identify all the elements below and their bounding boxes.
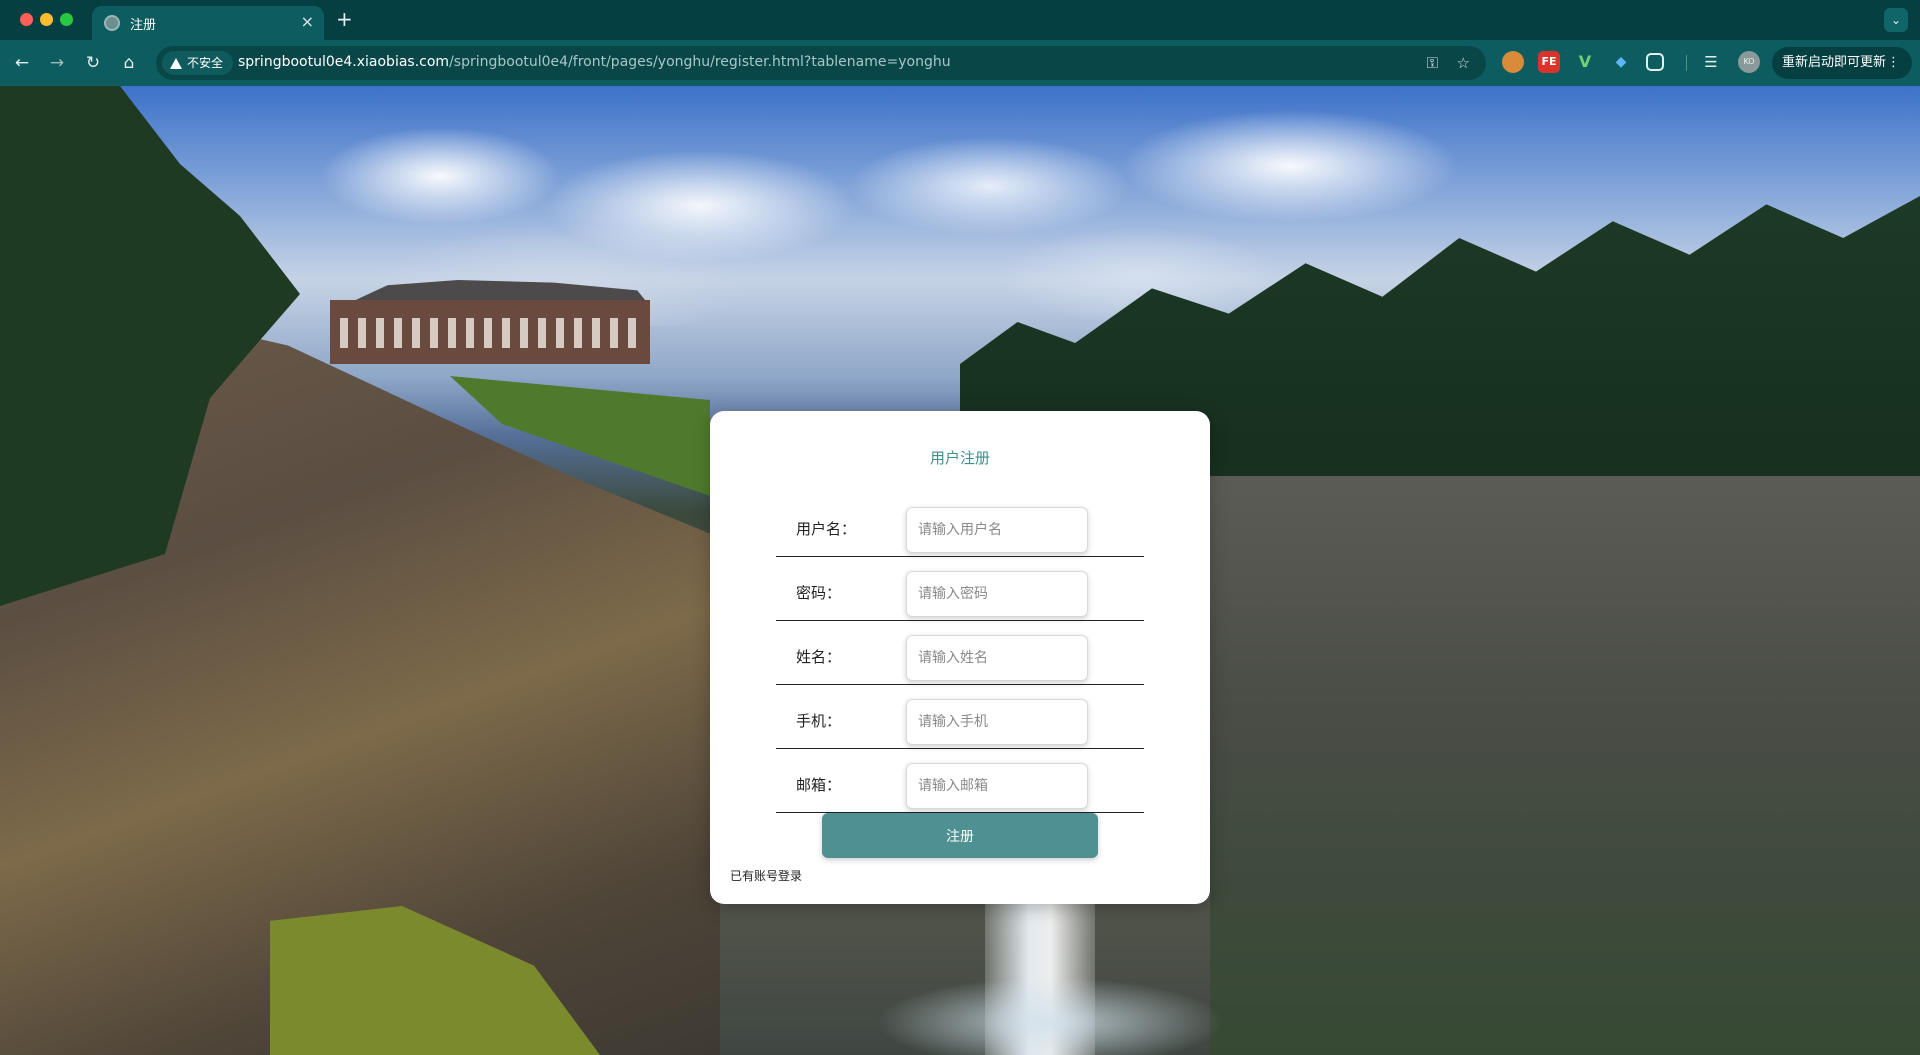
phone-input[interactable] [906, 699, 1088, 745]
extension-v-icon[interactable]: V [1574, 51, 1596, 73]
home-icon[interactable]: ⌂ [116, 50, 142, 76]
close-tab-icon[interactable]: × [301, 12, 314, 32]
page-viewport: 用户注册 用户名： 密码： 姓名： 手机： 邮箱： 注册 已有账号登录 [0, 86, 1920, 1055]
minimize-window-button[interactable] [40, 13, 53, 26]
security-label: 不安全 [187, 56, 224, 70]
url-text[interactable]: springbootul0e4.xiaobias.com/springbootu… [238, 54, 951, 70]
password-input[interactable] [906, 571, 1088, 617]
new-tab-button[interactable]: + [336, 7, 353, 31]
name-input[interactable] [906, 635, 1088, 681]
register-button[interactable]: 注册 [822, 813, 1098, 858]
username-row: 用户名： [776, 493, 1144, 557]
security-chip[interactable]: 不安全 [162, 51, 234, 75]
update-button[interactable]: 重新启动即可更新 ⋮ [1772, 47, 1912, 79]
address-bar[interactable]: 不安全 springbootul0e4.xiaobias.com/springb… [156, 46, 1486, 80]
profile-avatar[interactable]: KO [1738, 51, 1760, 73]
email-row: 邮箱： [776, 749, 1144, 813]
name-label: 姓名： [796, 648, 842, 666]
email-label: 邮箱： [796, 776, 842, 794]
tab-search-button[interactable]: ⌄ [1884, 8, 1908, 32]
password-row: 密码： [776, 557, 1144, 621]
lodge [330, 270, 650, 370]
update-label: 重新启动即可更新 [1782, 55, 1887, 70]
tab-register[interactable]: 注册 × [92, 6, 324, 40]
username-label: 用户名： [796, 520, 857, 538]
close-window-button[interactable] [20, 13, 33, 26]
phone-row: 手机： [776, 685, 1144, 749]
username-input[interactable] [906, 507, 1088, 553]
phone-label: 手机： [796, 712, 842, 730]
maximize-window-button[interactable] [60, 13, 73, 26]
toolbar-divider [1686, 55, 1687, 71]
warning-icon [170, 57, 182, 69]
url-host: springbootul0e4.xiaobias.com [238, 54, 450, 70]
reload-icon[interactable]: ↻ [80, 50, 106, 76]
lodge-windows [340, 318, 640, 348]
more-vertical-icon: ⋮ [1887, 55, 1900, 70]
cliff-right [1210, 476, 1920, 1055]
password-label: 密码： [796, 584, 842, 602]
mist [820, 946, 1280, 1055]
page-title: 用户注册 [929, 449, 990, 467]
login-link[interactable]: 已有账号登录 [730, 867, 802, 884]
tab-title: 注册 [130, 18, 157, 33]
name-row: 姓名： [776, 621, 1144, 685]
tab-strip: 注册 × + ⌄ [0, 0, 1920, 40]
bookmark-star-icon[interactable]: ☆ [1457, 53, 1470, 73]
reading-list-icon[interactable]: ☰ [1700, 51, 1722, 73]
back-arrow-icon[interactable]: ← [9, 50, 35, 76]
extension-diamond-icon[interactable]: ◆ [1610, 51, 1632, 73]
browser-toolbar: ← → ↻ ⌂ 不安全 springbootul0e4.xiaobias.com… [0, 40, 1920, 86]
extension-owl-icon[interactable] [1502, 51, 1524, 73]
register-card: 用户注册 用户名： 密码： 姓名： 手机： 邮箱： 注册 已有账号登录 [710, 411, 1210, 904]
forward-arrow-icon[interactable]: → [44, 50, 70, 76]
key-icon[interactable]: ⚿ [1427, 53, 1438, 73]
url-path: /springbootul0e4/front/pages/yonghu/regi… [449, 54, 951, 70]
extensions-puzzle-icon[interactable] [1646, 53, 1664, 71]
extension-fe-icon[interactable]: FE [1538, 51, 1560, 73]
globe-icon [104, 15, 120, 31]
email-input[interactable] [906, 763, 1088, 809]
